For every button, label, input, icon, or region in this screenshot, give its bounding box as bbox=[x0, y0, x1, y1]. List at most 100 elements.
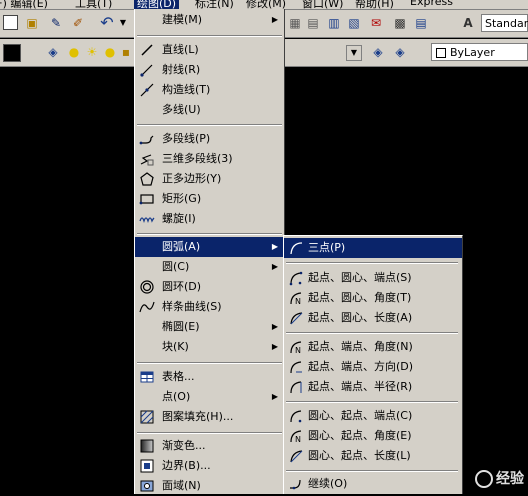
new-file-icon[interactable] bbox=[3, 15, 18, 30]
arc-three-points[interactable]: 三点(P) bbox=[284, 238, 462, 258]
menu-item-label: 圆心、起点、角度(E) bbox=[308, 429, 412, 442]
menu-item-modeling[interactable]: 建模(M) ▶ bbox=[135, 10, 284, 30]
menu-item-label: 圆心、起点、端点(C) bbox=[308, 409, 413, 422]
menu-item-label: 正多边形(Y) bbox=[162, 172, 222, 185]
color-swatch-icon bbox=[436, 48, 446, 58]
menu-item-label: 三维多段线(3) bbox=[162, 152, 233, 165]
arc-start-center-length[interactable]: 起点、圆心、长度(A) bbox=[284, 308, 462, 328]
menu-item-line[interactable]: 直线(L) bbox=[135, 40, 284, 60]
watermark-text: 经验 bbox=[496, 471, 524, 487]
menu-item-label: 点(O) bbox=[162, 390, 191, 403]
menu-item-label: 起点、端点、半径(R) bbox=[308, 380, 413, 393]
3d-polyline-icon bbox=[140, 154, 154, 166]
tool-palette-icon[interactable]: ▥ bbox=[326, 15, 342, 31]
menu-item-arc[interactable]: 圆弧(A) ▶ bbox=[135, 237, 284, 257]
pencil-icon[interactable]: ✎ bbox=[48, 15, 64, 31]
match-properties-icon[interactable]: ✐ bbox=[70, 15, 86, 31]
arc-start-center-end[interactable]: 起点、圆心、端点(S) bbox=[284, 268, 462, 288]
help-icon[interactable]: ▤ bbox=[413, 15, 429, 31]
markup-icon[interactable]: ✉ bbox=[368, 15, 384, 31]
menu-item-donut[interactable]: 圆环(D) bbox=[135, 277, 284, 297]
menu-item-circle[interactable]: 圆(C) ▶ bbox=[135, 257, 284, 277]
menu-separator bbox=[137, 35, 282, 37]
menu-item-label: 起点、端点、方向(D) bbox=[308, 360, 414, 373]
arc-start-end-direction[interactable]: 起点、端点、方向(D) bbox=[284, 357, 462, 377]
sun-icon[interactable]: ☀ bbox=[84, 44, 100, 60]
menu-item-label: 建模(M) bbox=[162, 13, 203, 26]
menu-file-edit[interactable]: 文件(F) 编辑(E) bbox=[0, 0, 48, 9]
menu-item-polyline[interactable]: 多段线(P) bbox=[135, 129, 284, 149]
ray-icon bbox=[140, 64, 153, 77]
layer-state-icon[interactable]: ◈ bbox=[45, 44, 61, 60]
arc-start-end-radius[interactable]: 起点、端点、半径(R) bbox=[284, 377, 462, 397]
menu-item-point[interactable]: 点(O) ▶ bbox=[135, 387, 284, 407]
arc-continue[interactable]: 继续(O) bbox=[284, 474, 462, 494]
svg-text:N: N bbox=[295, 297, 301, 306]
menu-item-label: 继续(O) bbox=[308, 477, 348, 490]
menu-item-label: 起点、圆心、角度(T) bbox=[308, 291, 412, 304]
lock-icon[interactable]: ▪ bbox=[118, 44, 134, 60]
properties-icon[interactable]: ▦ bbox=[287, 15, 303, 31]
menu-item-ellipse[interactable]: 椭圆(E) ▶ bbox=[135, 317, 284, 337]
menu-help[interactable]: 帮助(H) bbox=[355, 0, 394, 9]
menu-item-label: 圆心、起点、长度(L) bbox=[308, 449, 411, 462]
submenu-arrow-icon: ▶ bbox=[271, 242, 278, 251]
arc-center-start-angle[interactable]: N 圆心、起点、角度(E) bbox=[284, 426, 462, 446]
undo-dropdown-icon[interactable]: ▼ bbox=[115, 15, 131, 31]
menu-express[interactable]: Express bbox=[410, 0, 453, 8]
menu-item-multiline[interactable]: 多线(U) bbox=[135, 100, 284, 120]
menu-item-helix[interactable]: 螺旋(I) bbox=[135, 209, 284, 229]
rectangle-icon bbox=[139, 194, 154, 205]
menu-item-block[interactable]: 块(K) ▶ bbox=[135, 337, 284, 357]
text-style-combo[interactable]: Standar bbox=[481, 14, 528, 32]
menu-item-label: 射线(R) bbox=[162, 63, 201, 76]
design-center-icon[interactable]: ▤ bbox=[305, 15, 321, 31]
arc-submenu: 三点(P) 起点、圆心、端点(S) N 起点、圆心、角度(T) 起点、圆心、长度… bbox=[283, 235, 463, 494]
menu-item-3d-polyline[interactable]: 三维多段线(3) bbox=[135, 149, 284, 169]
layer-dropdown-arrow-icon[interactable]: ▼ bbox=[346, 45, 362, 61]
menu-item-rectangle[interactable]: 矩形(G) bbox=[135, 189, 284, 209]
freeze-icon[interactable]: ● bbox=[102, 44, 118, 60]
menu-item-hatch[interactable]: 图案填充(H)... bbox=[135, 407, 284, 427]
layer-previous-icon[interactable]: ◈ bbox=[392, 44, 408, 60]
calculator-icon[interactable]: ▩ bbox=[392, 15, 408, 31]
menu-item-polygon[interactable]: 正多边形(Y) bbox=[135, 169, 284, 189]
line-icon bbox=[141, 44, 153, 56]
menu-separator bbox=[286, 332, 458, 334]
menu-item-table[interactable]: 表格... bbox=[135, 367, 284, 387]
menu-item-label: 构造线(T) bbox=[162, 83, 211, 96]
menu-item-label: 矩形(G) bbox=[162, 192, 202, 205]
layer-manager-icon[interactable] bbox=[3, 44, 21, 62]
menu-item-label: 圆(C) bbox=[162, 260, 190, 273]
text-style-icon[interactable]: A bbox=[460, 15, 476, 31]
menu-item-boundary[interactable]: 边界(B)... bbox=[135, 456, 284, 476]
sheet-set-icon[interactable]: ▧ bbox=[346, 15, 362, 31]
menu-item-gradient[interactable]: 渐变色... bbox=[135, 436, 284, 456]
menu-tools[interactable]: 工具(T) bbox=[75, 0, 112, 9]
arc-start-end-angle[interactable]: N 起点、端点、角度(N) bbox=[284, 337, 462, 357]
lightbulb-icon[interactable]: ● bbox=[66, 44, 82, 60]
menu-item-ray[interactable]: 射线(R) bbox=[135, 60, 284, 80]
menu-item-label: 样条曲线(S) bbox=[162, 300, 222, 313]
submenu-arrow-icon: ▶ bbox=[271, 262, 278, 271]
menu-item-region[interactable]: 面域(N) bbox=[135, 476, 284, 496]
menu-item-label: 边界(B)... bbox=[162, 459, 211, 472]
menu-item-label: 起点、端点、角度(N) bbox=[308, 340, 413, 353]
spline-icon bbox=[139, 301, 155, 313]
menu-item-spline[interactable]: 样条曲线(S) bbox=[135, 297, 284, 317]
menu-item-label: 表格... bbox=[162, 370, 195, 383]
arc-start-end-radius-icon bbox=[290, 381, 302, 394]
undo-icon[interactable]: ↶ bbox=[99, 15, 115, 31]
open-folder-icon[interactable]: ▣ bbox=[24, 15, 40, 31]
menu-item-construction-line[interactable]: 构造线(T) bbox=[135, 80, 284, 100]
make-current-layer-icon[interactable]: ◈ bbox=[370, 44, 386, 60]
watermark: 经验 bbox=[475, 468, 524, 488]
svg-text:N: N bbox=[295, 435, 301, 444]
table-icon bbox=[140, 371, 154, 383]
menu-item-label: 螺旋(I) bbox=[162, 212, 196, 225]
arc-center-start-length[interactable]: 圆心、起点、长度(L) bbox=[284, 446, 462, 466]
arc-center-start-end-icon bbox=[290, 410, 302, 423]
menu-window[interactable]: 窗口(W) bbox=[302, 0, 343, 9]
arc-center-start-end[interactable]: 圆心、起点、端点(C) bbox=[284, 406, 462, 426]
arc-start-center-angle[interactable]: N 起点、圆心、角度(T) bbox=[284, 288, 462, 308]
